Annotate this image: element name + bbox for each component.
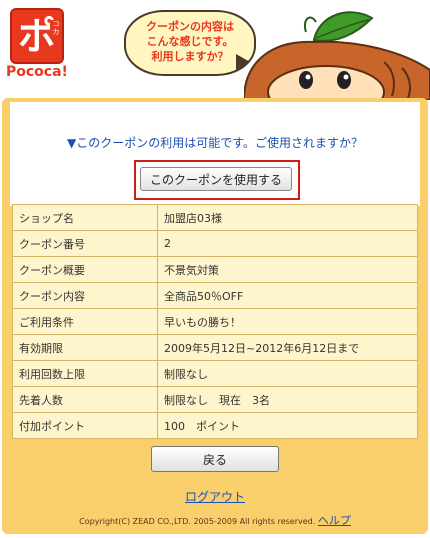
table-row: クーポン番号 2 bbox=[12, 230, 418, 257]
use-coupon-button[interactable]: このクーポンを使用する bbox=[140, 167, 292, 191]
row-label: 利用回数上限 bbox=[12, 360, 158, 387]
row-value: 100 ポイント bbox=[157, 412, 418, 439]
row-label: 有効期限 bbox=[12, 334, 158, 361]
table-row: ショップ名 加盟店03様 bbox=[12, 204, 418, 231]
row-label: ショップ名 bbox=[12, 204, 158, 231]
mascot-icon bbox=[244, 11, 430, 100]
table-row: ご利用条件 早いもの勝ち！ bbox=[12, 308, 418, 335]
row-value: 早いもの勝ち！ bbox=[157, 308, 418, 335]
logo-text: Pococa! bbox=[6, 64, 68, 80]
row-label: クーポン内容 bbox=[12, 282, 158, 309]
table-row: クーポン内容 全商品50％OFF bbox=[12, 282, 418, 309]
table-row: 有効期限 2009年5月12日~2012年6月12日まで bbox=[12, 334, 418, 361]
use-button-highlight: このクーポンを使用する bbox=[134, 160, 300, 200]
confirm-area: ▼このクーポンの利用は可能です。ご使用されますか？ このクーポンを使用する bbox=[10, 102, 420, 206]
logo-kana: ポ bbox=[10, 8, 64, 64]
row-label: 先着人数 bbox=[12, 386, 158, 413]
bubble-line-3: 利用しますか？ bbox=[151, 50, 229, 63]
coupon-info-table: ショップ名 加盟店03様 クーポン番号 2 クーポン概要 不景気対策 クーポン内容 全商品50… bbox=[12, 204, 418, 439]
bubble-line-1: クーポンの内容は bbox=[146, 20, 234, 33]
copyright-text: Copyright(C) ZEAD CO.,LTD. 2005-2009 All… bbox=[79, 517, 316, 526]
row-value: 2 bbox=[157, 230, 418, 257]
row-value: 不景気対策 bbox=[157, 256, 418, 283]
row-label: ご利用条件 bbox=[12, 308, 158, 335]
row-label: クーポン番号 bbox=[12, 230, 158, 257]
usage-question: ▼このクーポンの利用は可能です。ご使用されますか？ bbox=[66, 136, 364, 150]
row-label: 付加ポイント bbox=[12, 412, 158, 439]
logout-link[interactable]: ログアウト bbox=[2, 488, 428, 505]
row-value: 全商品50％OFF bbox=[157, 282, 418, 309]
pococa-logo[interactable]: ポ コカ Pococa! bbox=[4, 2, 74, 86]
row-value: 2009年5月12日~2012年6月12日まで bbox=[157, 334, 418, 361]
row-value: 制限なし bbox=[157, 360, 418, 387]
footer: Copyright(C) ZEAD CO.,LTD. 2005-2009 All… bbox=[2, 512, 428, 528]
back-button[interactable]: 戻る bbox=[151, 446, 279, 472]
row-value: 加盟店03様 bbox=[157, 204, 418, 231]
help-link[interactable]: ヘルプ bbox=[318, 514, 351, 527]
table-row: 先着人数 制限なし 現在 3名 bbox=[12, 386, 418, 413]
table-row: 利用回数上限 制限なし bbox=[12, 360, 418, 387]
logo-small-text: コカ bbox=[50, 20, 62, 36]
row-label: クーポン概要 bbox=[12, 256, 158, 283]
table-row: 付加ポイント 100 ポイント bbox=[12, 412, 418, 439]
table-row: クーポン概要 不景気対策 bbox=[12, 256, 418, 283]
row-value: 制限なし 現在 3名 bbox=[157, 386, 418, 413]
coupon-panel: ▼このクーポンの利用は可能です。ご使用されますか？ このクーポンを使用する ショ… bbox=[2, 98, 428, 534]
bubble-line-2: こんな感じです。 bbox=[146, 35, 234, 48]
